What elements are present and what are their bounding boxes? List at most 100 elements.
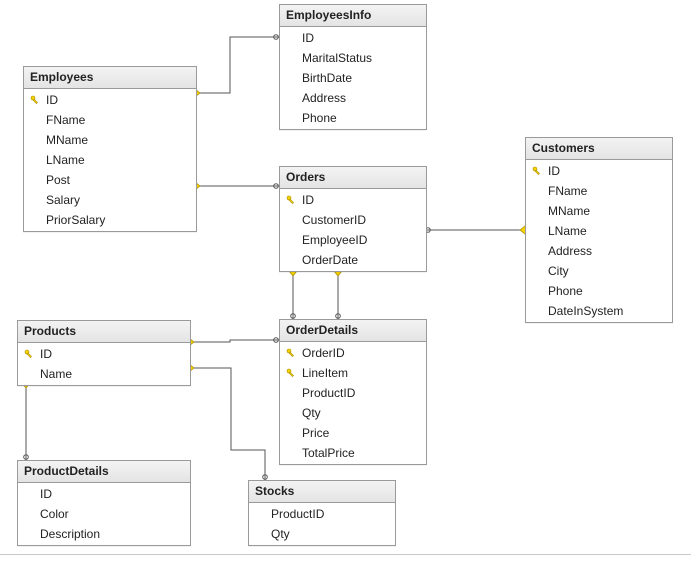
column-icon (530, 284, 544, 298)
column-row[interactable]: PriorSalary (24, 210, 196, 230)
column-icon (284, 446, 298, 460)
column-row[interactable]: City (526, 261, 672, 281)
table-customers[interactable]: CustomersID FName MName LName Address CityPho… (525, 137, 673, 323)
column-label: OrderID (302, 345, 420, 361)
column-label: ID (40, 486, 184, 502)
column-icon (530, 244, 544, 258)
table-header[interactable]: Orders (280, 167, 426, 189)
column-icon (530, 304, 544, 318)
column-icon (530, 224, 544, 238)
table-header[interactable]: ProductDetails (18, 461, 190, 483)
column-icon (22, 367, 36, 381)
column-row[interactable]: OrderID (280, 343, 426, 363)
table-header[interactable]: Customers (526, 138, 672, 160)
column-row[interactable]: Qty (249, 524, 395, 544)
column-row[interactable]: MName (24, 130, 196, 150)
column-icon (284, 426, 298, 440)
column-icon (284, 213, 298, 227)
table-employeesinfo[interactable]: EmployeesInfoIDMaritalStatus BirthDate Add… (279, 4, 427, 130)
column-icon (22, 507, 36, 521)
connector-employees-employeesinfo (195, 37, 279, 93)
column-row[interactable]: BirthDate (280, 68, 426, 88)
column-label: EmployeeID (302, 232, 420, 248)
column-icon (284, 91, 298, 105)
column-row[interactable]: MaritalStatus (280, 48, 426, 68)
column-label: Name (40, 366, 184, 382)
column-label: Salary (46, 192, 190, 208)
column-label: Address (548, 243, 666, 259)
table-header[interactable]: Products (18, 321, 190, 343)
column-label: BirthDate (302, 70, 420, 86)
table-orders[interactable]: OrdersIDCustomerID EmployeeID OrderDate (279, 166, 427, 272)
table-columns: ID Name (18, 343, 190, 385)
column-icon (22, 487, 36, 501)
column-row[interactable]: ID (18, 484, 190, 504)
column-label: MName (46, 132, 190, 148)
table-stocks[interactable]: StocksProductID Qty (248, 480, 396, 546)
connector-products-stocks (189, 368, 265, 480)
column-row[interactable]: Phone (280, 108, 426, 128)
column-row[interactable]: CustomerID (280, 210, 426, 230)
column-label: DateInSystem (548, 303, 666, 319)
column-row[interactable]: ID (280, 28, 426, 48)
column-label: ID (40, 346, 184, 362)
table-header[interactable]: Employees (24, 67, 196, 89)
column-row[interactable]: LineItem (280, 363, 426, 383)
table-columns: ProductID Qty (249, 503, 395, 545)
column-label: Qty (271, 526, 389, 542)
column-row[interactable]: ID (526, 161, 672, 181)
column-row[interactable]: MName (526, 201, 672, 221)
column-row[interactable]: FName (526, 181, 672, 201)
column-row[interactable]: ID (18, 344, 190, 364)
table-header[interactable]: EmployeesInfo (280, 5, 426, 27)
key-icon (284, 193, 298, 207)
column-row[interactable]: Qty (280, 403, 426, 423)
column-row[interactable]: EmployeeID (280, 230, 426, 250)
column-label: LName (548, 223, 666, 239)
column-row[interactable]: ProductID (249, 504, 395, 524)
column-label: Address (302, 90, 420, 106)
column-row[interactable]: LName (24, 150, 196, 170)
bottom-divider (0, 554, 691, 555)
column-icon (284, 71, 298, 85)
column-row[interactable]: TotalPrice (280, 443, 426, 463)
column-row[interactable]: Description (18, 524, 190, 544)
column-icon (28, 133, 42, 147)
column-row[interactable]: FName (24, 110, 196, 130)
key-icon (22, 347, 36, 361)
column-row[interactable]: Address (526, 241, 672, 261)
column-label: LName (46, 152, 190, 168)
table-columns: IDMaritalStatus BirthDate Address Phone (280, 27, 426, 129)
table-columns: OrderID LineItem ProductID Qty Price TotalPri… (280, 342, 426, 464)
column-label: LineItem (302, 365, 420, 381)
table-employees[interactable]: EmployeesIDFName MName LName Post Salary Prio… (23, 66, 197, 232)
column-icon (284, 253, 298, 267)
column-row[interactable]: Phone (526, 281, 672, 301)
column-row[interactable]: LName (526, 221, 672, 241)
column-row[interactable]: Post (24, 170, 196, 190)
key-icon (530, 164, 544, 178)
column-label: FName (548, 183, 666, 199)
column-row[interactable]: Color (18, 504, 190, 524)
column-row[interactable]: Price (280, 423, 426, 443)
table-products[interactable]: Products ID Name (17, 320, 191, 386)
column-row[interactable]: ProductID (280, 383, 426, 403)
table-orderdetails[interactable]: OrderDetails OrderID LineItem ProductID Qty P… (279, 319, 427, 465)
column-label: Qty (302, 405, 420, 421)
key-icon (284, 346, 298, 360)
column-row[interactable]: ID (24, 90, 196, 110)
column-row[interactable]: Name (18, 364, 190, 384)
table-productdetails[interactable]: ProductDetails ID ColorDescription (17, 460, 191, 546)
column-label: Price (302, 425, 420, 441)
column-row[interactable]: ID (280, 190, 426, 210)
table-header[interactable]: OrderDetails (280, 320, 426, 342)
column-row[interactable]: Address (280, 88, 426, 108)
column-icon (253, 527, 267, 541)
column-icon (530, 184, 544, 198)
table-header[interactable]: Stocks (249, 481, 395, 503)
column-icon (28, 213, 42, 227)
column-row[interactable]: OrderDate (280, 250, 426, 270)
table-columns: IDFName MName LName Post Salary PriorSalary (24, 89, 196, 231)
column-row[interactable]: DateInSystem (526, 301, 672, 321)
column-row[interactable]: Salary (24, 190, 196, 210)
